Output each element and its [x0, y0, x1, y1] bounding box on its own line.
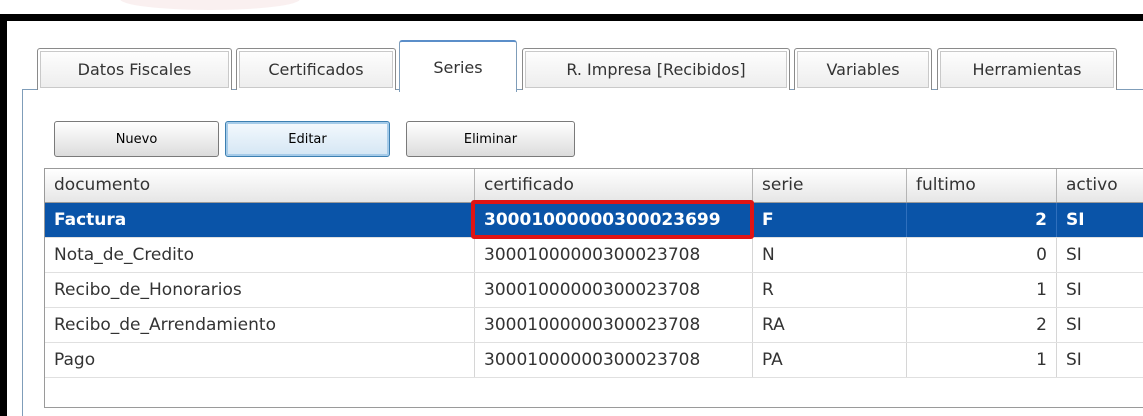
tab-datos-fiscales[interactable]: Datos Fiscales: [37, 48, 232, 90]
cell-activo: SI: [1057, 343, 1143, 377]
cell-certificado: 30001000000300023708: [475, 308, 753, 342]
table-row[interactable]: Pago 30001000000300023708 PA 1 SI: [45, 343, 1143, 378]
cell-certificado: 30001000000300023699: [475, 203, 753, 237]
cell-serie: R: [753, 273, 907, 307]
column-header-serie[interactable]: serie: [753, 169, 907, 202]
column-header-fultimo[interactable]: fultimo: [907, 169, 1057, 202]
cell-fultimo: 2: [907, 308, 1057, 342]
cell-serie: RA: [753, 308, 907, 342]
cell-documento: Recibo_de_Arrendamiento: [45, 308, 475, 342]
cell-activo: SI: [1057, 273, 1143, 307]
table-row[interactable]: Recibo_de_Arrendamiento 3000100000030002…: [45, 308, 1143, 343]
tab-series[interactable]: Series: [399, 40, 517, 92]
cell-serie: N: [753, 238, 907, 272]
table-row[interactable]: Factura 30001000000300023699 F 2 SI: [45, 203, 1143, 238]
cell-activo: SI: [1057, 203, 1143, 237]
series-table[interactable]: documento certificado serie fultimo acti…: [44, 168, 1143, 408]
column-header-documento[interactable]: documento: [45, 169, 475, 202]
top-decoration: [0, 0, 1143, 14]
column-header-certificado[interactable]: certificado: [475, 169, 753, 202]
cell-fultimo: 1: [907, 273, 1057, 307]
cell-certificado: 30001000000300023708: [475, 238, 753, 272]
tab-herramientas[interactable]: Herramientas: [937, 48, 1117, 90]
cell-documento: Recibo_de_Honorarios: [45, 273, 475, 307]
cell-documento: Nota_de_Credito: [45, 238, 475, 272]
cell-activo: SI: [1057, 308, 1143, 342]
column-header-activo[interactable]: activo: [1057, 169, 1143, 202]
cell-certificado: 30001000000300023708: [475, 343, 753, 377]
cell-certificado: 30001000000300023708: [475, 273, 753, 307]
app-window: Datos Fiscales Certificados Series R. Im…: [0, 0, 1143, 416]
table-row[interactable]: Nota_de_Credito 30001000000300023708 N 0…: [45, 238, 1143, 273]
cell-documento: Pago: [45, 343, 475, 377]
edit-button[interactable]: Editar: [225, 121, 390, 157]
cell-fultimo: 1: [907, 343, 1057, 377]
table-row[interactable]: Recibo_de_Honorarios 3000100000030002370…: [45, 273, 1143, 308]
delete-button[interactable]: Eliminar: [406, 121, 575, 157]
cell-documento: Factura: [45, 203, 475, 237]
tab-certificados[interactable]: Certificados: [236, 48, 396, 90]
table-header: documento certificado serie fultimo acti…: [45, 169, 1143, 203]
cell-fultimo: 0: [907, 238, 1057, 272]
tab-variables[interactable]: Variables: [794, 48, 932, 90]
new-button[interactable]: Nuevo: [54, 121, 219, 157]
tab-r-impresa-recibidos[interactable]: R. Impresa [Recibidos]: [522, 48, 790, 90]
cell-fultimo: 2: [907, 203, 1057, 237]
cell-serie: PA: [753, 343, 907, 377]
cell-activo: SI: [1057, 238, 1143, 272]
cell-serie: F: [753, 203, 907, 237]
